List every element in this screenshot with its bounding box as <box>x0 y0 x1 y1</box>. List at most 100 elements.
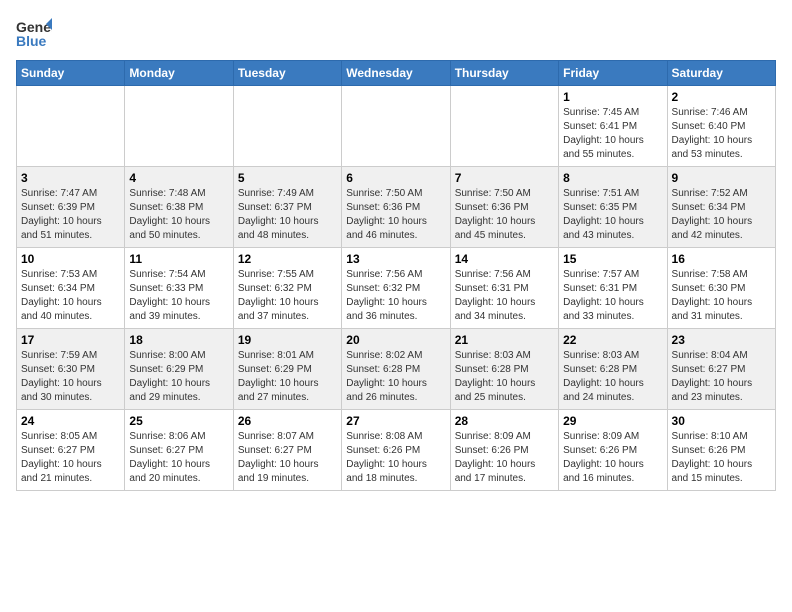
day-info: Sunrise: 7:50 AM Sunset: 6:36 PM Dayligh… <box>455 187 554 243</box>
weekday-header: Thursday <box>450 61 558 86</box>
calendar-cell: 6 Sunrise: 7:50 AM Sunset: 6:36 PM Daylig… <box>342 167 450 248</box>
day-info: Sunrise: 8:00 AM Sunset: 6:29 PM Dayligh… <box>129 349 228 405</box>
calendar-week-row: 10 Sunrise: 7:53 AM Sunset: 6:34 PM Dayli… <box>17 248 776 329</box>
day-info: Sunrise: 8:01 AM Sunset: 6:29 PM Dayligh… <box>238 349 337 405</box>
calendar-cell: 22Sunrise: 8:03 AM Sunset: 6:28 PM Dayli… <box>559 329 667 410</box>
day-info: Sunrise: 8:05 AM Sunset: 6:27 PM Dayligh… <box>21 430 120 486</box>
day-number: 13 <box>346 252 445 266</box>
weekday-header: Wednesday <box>342 61 450 86</box>
calendar-cell: 30 Sunrise: 8:10 AM Sunset: 6:26 PM Dayli… <box>667 410 775 491</box>
day-number: 18 <box>129 333 228 347</box>
svg-text:Blue: Blue <box>16 33 47 49</box>
calendar-header-row: SundayMondayTuesdayWednesdayThursdayFrid… <box>17 61 776 86</box>
day-info: Sunrise: 7:47 AM Sunset: 6:39 PM Dayligh… <box>21 187 120 243</box>
day-number: 12 <box>238 252 337 266</box>
day-number: 15 <box>563 252 662 266</box>
day-info: Sunrise: 7:53 AM Sunset: 6:34 PM Dayligh… <box>21 268 120 324</box>
calendar-cell: 9 Sunrise: 7:52 AM Sunset: 6:34 PM Daylig… <box>667 167 775 248</box>
day-number: 11 <box>129 252 228 266</box>
day-number: 6 <box>346 171 445 185</box>
day-number: 30 <box>672 414 771 428</box>
calendar-cell: 3 Sunrise: 7:47 AM Sunset: 6:39 PM Daylig… <box>17 167 125 248</box>
weekday-header: Friday <box>559 61 667 86</box>
calendar-cell: 28 Sunrise: 8:09 AM Sunset: 6:26 PM Dayli… <box>450 410 558 491</box>
calendar-cell <box>450 86 558 167</box>
calendar-cell: 29 Sunrise: 8:09 AM Sunset: 6:26 PM Dayli… <box>559 410 667 491</box>
weekday-header: Tuesday <box>233 61 341 86</box>
day-number: 29 <box>563 414 662 428</box>
day-number: 24 <box>21 414 120 428</box>
calendar-cell <box>17 86 125 167</box>
day-info: Sunrise: 7:49 AM Sunset: 6:37 PM Dayligh… <box>238 187 337 243</box>
day-number: 3 <box>21 171 120 185</box>
calendar-cell: 15 Sunrise: 7:57 AM Sunset: 6:31 PM Dayli… <box>559 248 667 329</box>
calendar-cell: 25 Sunrise: 8:06 AM Sunset: 6:27 PM Dayli… <box>125 410 233 491</box>
day-info: Sunrise: 7:54 AM Sunset: 6:33 PM Dayligh… <box>129 268 228 324</box>
day-info: Sunrise: 8:02 AM Sunset: 6:28 PM Dayligh… <box>346 349 445 405</box>
calendar-cell: 11 Sunrise: 7:54 AM Sunset: 6:33 PM Dayli… <box>125 248 233 329</box>
calendar-cell <box>233 86 341 167</box>
day-number: 25 <box>129 414 228 428</box>
weekday-header: Sunday <box>17 61 125 86</box>
day-info: Sunrise: 8:04 AM Sunset: 6:27 PM Dayligh… <box>672 349 771 405</box>
day-number: 21 <box>455 333 554 347</box>
calendar-cell: 10 Sunrise: 7:53 AM Sunset: 6:34 PM Dayli… <box>17 248 125 329</box>
day-number: 19 <box>238 333 337 347</box>
day-number: 8 <box>563 171 662 185</box>
calendar-week-row: 17Sunrise: 7:59 AM Sunset: 6:30 PM Dayli… <box>17 329 776 410</box>
day-number: 2 <box>672 90 771 104</box>
day-info: Sunrise: 8:03 AM Sunset: 6:28 PM Dayligh… <box>455 349 554 405</box>
day-number: 14 <box>455 252 554 266</box>
calendar-cell: 1Sunrise: 7:45 AM Sunset: 6:41 PM Daylig… <box>559 86 667 167</box>
calendar-cell: 20 Sunrise: 8:02 AM Sunset: 6:28 PM Dayli… <box>342 329 450 410</box>
day-number: 27 <box>346 414 445 428</box>
day-info: Sunrise: 8:09 AM Sunset: 6:26 PM Dayligh… <box>563 430 662 486</box>
day-info: Sunrise: 8:09 AM Sunset: 6:26 PM Dayligh… <box>455 430 554 486</box>
day-number: 5 <box>238 171 337 185</box>
calendar-cell: 2 Sunrise: 7:46 AM Sunset: 6:40 PM Daylig… <box>667 86 775 167</box>
calendar-cell: 21 Sunrise: 8:03 AM Sunset: 6:28 PM Dayli… <box>450 329 558 410</box>
logo-icon: General Blue <box>16 16 52 52</box>
calendar-cell: 8Sunrise: 7:51 AM Sunset: 6:35 PM Daylig… <box>559 167 667 248</box>
day-info: Sunrise: 7:50 AM Sunset: 6:36 PM Dayligh… <box>346 187 445 243</box>
day-number: 10 <box>21 252 120 266</box>
logo: General Blue <box>16 16 52 52</box>
day-info: Sunrise: 7:56 AM Sunset: 6:31 PM Dayligh… <box>455 268 554 324</box>
day-info: Sunrise: 8:07 AM Sunset: 6:27 PM Dayligh… <box>238 430 337 486</box>
day-info: Sunrise: 8:06 AM Sunset: 6:27 PM Dayligh… <box>129 430 228 486</box>
calendar-cell: 18 Sunrise: 8:00 AM Sunset: 6:29 PM Dayli… <box>125 329 233 410</box>
calendar-week-row: 3 Sunrise: 7:47 AM Sunset: 6:39 PM Daylig… <box>17 167 776 248</box>
day-number: 28 <box>455 414 554 428</box>
day-number: 9 <box>672 171 771 185</box>
calendar-cell <box>342 86 450 167</box>
day-number: 17 <box>21 333 120 347</box>
day-number: 7 <box>455 171 554 185</box>
day-number: 22 <box>563 333 662 347</box>
calendar-cell: 23 Sunrise: 8:04 AM Sunset: 6:27 PM Dayli… <box>667 329 775 410</box>
calendar-cell: 24 Sunrise: 8:05 AM Sunset: 6:27 PM Dayli… <box>17 410 125 491</box>
day-number: 26 <box>238 414 337 428</box>
day-number: 4 <box>129 171 228 185</box>
calendar-body: 1Sunrise: 7:45 AM Sunset: 6:41 PM Daylig… <box>17 86 776 491</box>
calendar-cell: 26 Sunrise: 8:07 AM Sunset: 6:27 PM Dayli… <box>233 410 341 491</box>
day-number: 23 <box>672 333 771 347</box>
calendar-cell: 19 Sunrise: 8:01 AM Sunset: 6:29 PM Dayli… <box>233 329 341 410</box>
calendar-cell: 4 Sunrise: 7:48 AM Sunset: 6:38 PM Daylig… <box>125 167 233 248</box>
weekday-header: Saturday <box>667 61 775 86</box>
calendar-cell: 13 Sunrise: 7:56 AM Sunset: 6:32 PM Dayli… <box>342 248 450 329</box>
calendar-cell: 5 Sunrise: 7:49 AM Sunset: 6:37 PM Daylig… <box>233 167 341 248</box>
day-number: 1 <box>563 90 662 104</box>
day-info: Sunrise: 7:46 AM Sunset: 6:40 PM Dayligh… <box>672 106 771 162</box>
day-info: Sunrise: 7:57 AM Sunset: 6:31 PM Dayligh… <box>563 268 662 324</box>
day-info: Sunrise: 7:56 AM Sunset: 6:32 PM Dayligh… <box>346 268 445 324</box>
calendar-cell: 17Sunrise: 7:59 AM Sunset: 6:30 PM Dayli… <box>17 329 125 410</box>
day-number: 20 <box>346 333 445 347</box>
weekday-header: Monday <box>125 61 233 86</box>
day-info: Sunrise: 8:10 AM Sunset: 6:26 PM Dayligh… <box>672 430 771 486</box>
calendar-week-row: 24 Sunrise: 8:05 AM Sunset: 6:27 PM Dayli… <box>17 410 776 491</box>
day-info: Sunrise: 7:48 AM Sunset: 6:38 PM Dayligh… <box>129 187 228 243</box>
page-header: General Blue <box>16 16 776 52</box>
day-info: Sunrise: 7:52 AM Sunset: 6:34 PM Dayligh… <box>672 187 771 243</box>
calendar-cell <box>125 86 233 167</box>
calendar-cell: 12Sunrise: 7:55 AM Sunset: 6:32 PM Dayli… <box>233 248 341 329</box>
